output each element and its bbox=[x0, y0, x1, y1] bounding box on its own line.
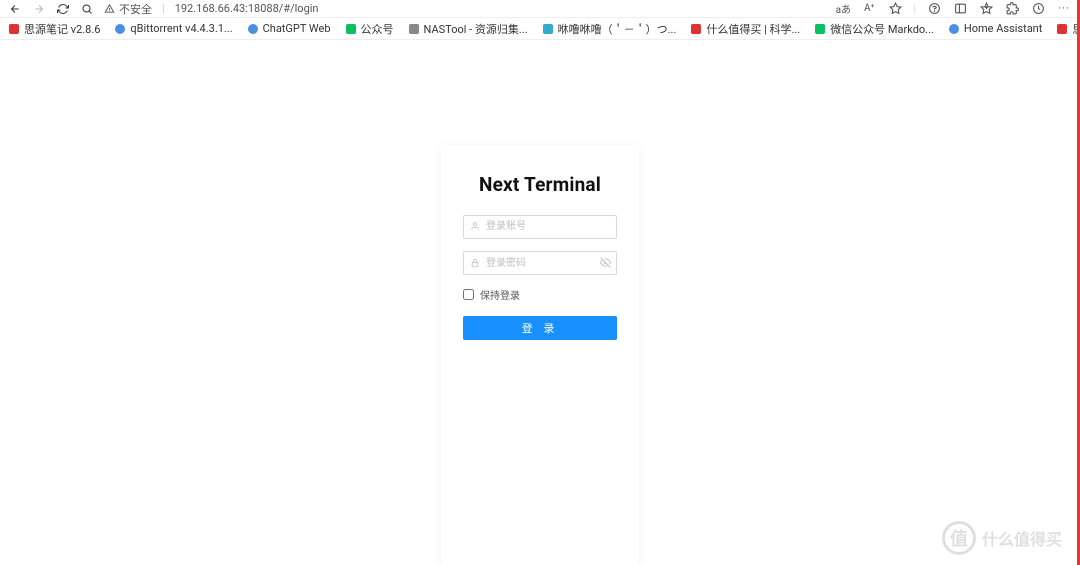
bookmark-item[interactable]: 什么值得买 | 科学... bbox=[690, 21, 800, 37]
bookmark-item[interactable]: 公众号 bbox=[345, 21, 394, 37]
bookmark-favicon bbox=[247, 23, 259, 35]
login-button[interactable]: 登 录 bbox=[463, 316, 617, 340]
url-text[interactable]: 192.168.66.43:18088/#/login bbox=[175, 2, 319, 15]
bookmark-favicon bbox=[814, 23, 826, 35]
login-card: Next Terminal 保持登录 登 录 bbox=[441, 145, 639, 565]
extensions-icon[interactable] bbox=[1004, 1, 1020, 17]
bookmark-favicon bbox=[114, 23, 126, 35]
security-indicator[interactable]: 不安全 bbox=[104, 1, 152, 17]
watermark: 值 什么值得买 bbox=[942, 521, 1062, 555]
bookmark-favicon bbox=[8, 23, 20, 35]
login-title: Next Terminal bbox=[463, 173, 617, 196]
bookmark-item[interactable]: 咻噜咻噜（＇－＇）つ... bbox=[542, 21, 677, 37]
reader-mode-icon[interactable]: aあ bbox=[835, 1, 851, 17]
bookmark-item[interactable]: 微信公众号 Markdo... bbox=[814, 21, 934, 37]
bookmark-favicon bbox=[345, 23, 357, 35]
bookmark-item[interactable]: qBittorrent v4.4.3.1... bbox=[114, 22, 232, 35]
bookmark-label: 什么值得买 | 科学... bbox=[706, 21, 800, 37]
refresh-button[interactable] bbox=[56, 2, 70, 16]
bookmark-label: qBittorrent v4.4.3.1... bbox=[130, 22, 232, 35]
bookmark-item[interactable]: NASTool - 资源归集... bbox=[408, 21, 528, 37]
browser-address-bar: 不安全 | 192.168.66.43:18088/#/login aあ A⁺ … bbox=[0, 0, 1080, 18]
bookmark-label: 咻噜咻噜（＇－＇）つ... bbox=[558, 21, 677, 37]
performance-icon[interactable] bbox=[1030, 1, 1046, 17]
watermark-text: 什么值得买 bbox=[982, 526, 1062, 550]
bookmark-item[interactable]: 思源笔记 v2.8.6 bbox=[8, 21, 100, 37]
eye-off-icon[interactable] bbox=[599, 257, 611, 269]
password-field-wrapper bbox=[463, 251, 617, 276]
bookmark-label: ChatGPT Web bbox=[263, 22, 331, 35]
bookmark-label: 微信公众号 Markdo... bbox=[830, 21, 934, 37]
security-label: 不安全 bbox=[119, 1, 152, 17]
favorite-star-icon[interactable] bbox=[887, 1, 903, 17]
collections-icon[interactable] bbox=[978, 1, 994, 17]
bookmark-favicon bbox=[690, 23, 702, 35]
bookmark-favicon bbox=[542, 23, 554, 35]
bookmark-favicon bbox=[1056, 23, 1068, 35]
bookmarks-bar: 思源笔记 v2.8.6 qBittorrent v4.4.3.1... ChatGP… bbox=[0, 18, 1080, 40]
bookmark-item[interactable]: Home Assistant bbox=[948, 22, 1042, 35]
sidebar-icon[interactable] bbox=[952, 1, 968, 17]
lock-icon bbox=[469, 257, 481, 269]
bookmark-item[interactable]: ChatGPT Web bbox=[247, 22, 331, 35]
username-field-wrapper bbox=[463, 214, 617, 239]
remember-label: 保持登录 bbox=[480, 287, 520, 302]
bookmark-label: 思源笔记 v2.8.6 bbox=[24, 21, 100, 37]
page-content: Next Terminal 保持登录 登 录 bbox=[0, 40, 1080, 565]
bookmark-label: Home Assistant bbox=[964, 22, 1042, 35]
search-icon[interactable] bbox=[80, 2, 94, 16]
remember-me-row[interactable]: 保持登录 bbox=[463, 287, 617, 302]
back-button[interactable] bbox=[8, 2, 22, 16]
password-input[interactable] bbox=[463, 251, 617, 275]
font-size-icon[interactable]: A⁺ bbox=[861, 1, 877, 17]
user-icon bbox=[469, 220, 481, 232]
bookmark-label: NASTool - 资源归集... bbox=[424, 21, 528, 37]
username-input[interactable] bbox=[463, 215, 617, 239]
more-icon[interactable]: ··· bbox=[1056, 1, 1072, 17]
remember-checkbox[interactable] bbox=[463, 289, 474, 300]
bookmark-favicon bbox=[408, 23, 420, 35]
watermark-badge: 值 bbox=[942, 521, 976, 555]
bookmark-favicon bbox=[948, 23, 960, 35]
bookmark-label: 公众号 bbox=[361, 21, 394, 37]
forward-button[interactable] bbox=[32, 2, 46, 16]
copilot-icon[interactable] bbox=[926, 1, 942, 17]
